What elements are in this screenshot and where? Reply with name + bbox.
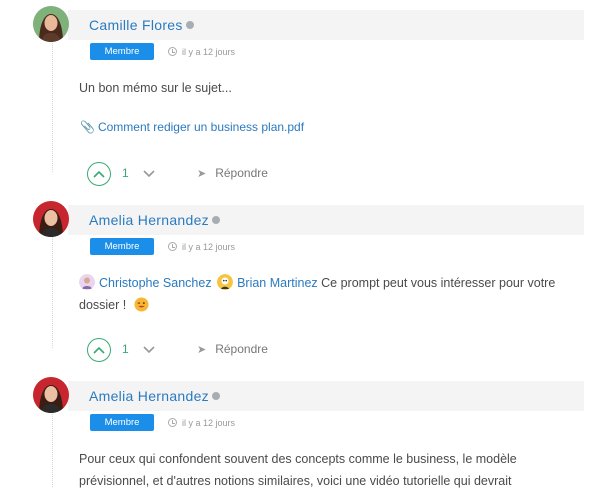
timestamp: il y a 12 jours	[168, 44, 235, 61]
role-badge: Membre	[90, 43, 154, 60]
thread-line	[52, 40, 53, 172]
mention-avatar	[79, 274, 95, 290]
comment-text: Un bon mémo sur le sujet...	[79, 81, 232, 95]
chevron-down-icon	[143, 170, 155, 178]
comment-text: Christophe Sanchez Brian Martinez Ce pro…	[79, 272, 582, 316]
vote-count: 1	[122, 166, 129, 180]
paperclip-icon: 📎	[80, 120, 95, 134]
chevron-up-icon	[93, 346, 105, 354]
comment-author[interactable]: Amelia Hernandez	[89, 388, 220, 404]
timestamp: il y a 12 jours	[168, 415, 235, 432]
timestamp-text: il y a 12 jours	[182, 47, 236, 57]
role-badge: Membre	[90, 238, 154, 255]
avatar[interactable]	[33, 201, 69, 237]
comment-author[interactable]: Amelia Hernandez	[89, 212, 220, 228]
timestamp: il y a 12 jours	[168, 239, 235, 256]
reply-label[interactable]: Répondre	[215, 166, 268, 180]
chevron-up-icon	[93, 170, 105, 178]
avatar[interactable]	[33, 6, 69, 42]
clock-icon	[168, 418, 177, 427]
reply-label[interactable]: Répondre	[215, 342, 268, 356]
thread-line	[52, 236, 53, 348]
timestamp-text: il y a 12 jours	[182, 418, 236, 428]
downvote-button[interactable]	[143, 341, 155, 359]
reply-icon: ➤	[197, 168, 207, 180]
wink-emoji-icon	[134, 297, 149, 312]
clock-icon	[168, 242, 177, 251]
upvote-button[interactable]	[87, 338, 111, 362]
thread-line	[52, 412, 53, 487]
status-dot	[211, 392, 220, 400]
reply-button[interactable]: ➤ Répondre	[197, 166, 268, 180]
downvote-button[interactable]	[143, 165, 155, 183]
reply-button[interactable]: ➤ Répondre	[197, 342, 268, 356]
author-name[interactable]: Camille Flores	[89, 17, 183, 33]
mention-link[interactable]: Brian Martinez	[237, 276, 318, 290]
author-name[interactable]: Amelia Hernandez	[89, 388, 209, 404]
timestamp-text: il y a 12 jours	[182, 242, 236, 252]
attachment-link[interactable]: 📎 Comment rediger un business plan.pdf	[80, 120, 304, 134]
vote-count: 1	[122, 342, 129, 356]
clock-icon	[168, 47, 177, 56]
mention-avatar	[217, 274, 234, 290]
author-name[interactable]: Amelia Hernandez	[89, 212, 209, 228]
attachment-name[interactable]: Comment rediger un business plan.pdf	[98, 120, 304, 134]
status-dot	[185, 21, 194, 29]
status-dot	[211, 216, 220, 224]
upvote-button[interactable]	[87, 162, 111, 186]
chevron-down-icon	[143, 346, 155, 354]
role-badge: Membre	[90, 414, 154, 431]
comment-author[interactable]: Camille Flores	[89, 17, 194, 33]
reply-icon: ➤	[197, 344, 207, 356]
comment-text: Pour ceux qui confondent souvent des con…	[79, 452, 517, 488]
avatar[interactable]	[33, 377, 69, 413]
mention-link[interactable]: Christophe Sanchez	[99, 276, 212, 290]
